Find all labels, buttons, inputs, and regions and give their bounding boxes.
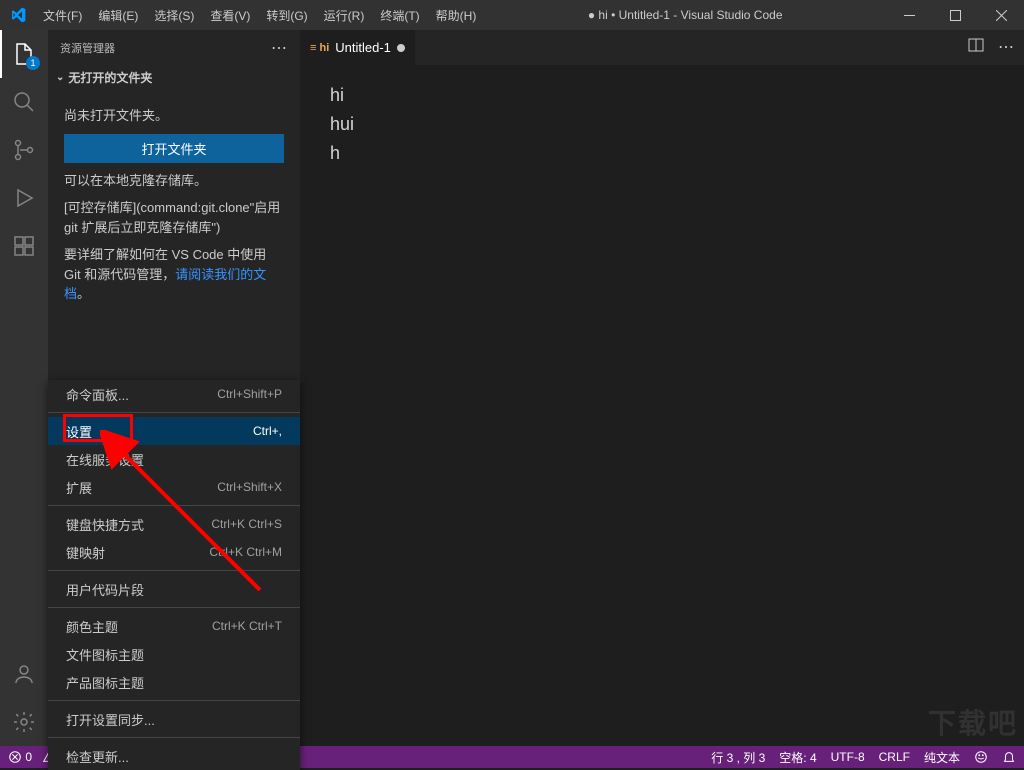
menu-item-shortcut: Ctrl+Shift+P	[217, 387, 282, 401]
menu-item-shortcut: Ctrl+,	[253, 424, 282, 438]
activity-explorer[interactable]: 1	[0, 30, 48, 78]
menu-item-键映射[interactable]: 键映射 Ctrl+K Ctrl+M	[48, 538, 300, 566]
status-feedback-icon[interactable]	[974, 750, 988, 765]
menu-item-label: 产品图标主题	[66, 673, 144, 692]
code-line: hi	[330, 81, 994, 110]
status-spaces[interactable]: 空格: 4	[779, 749, 816, 766]
editor-area: ≡ hi Untitled-1 ⋯ hi hui h	[300, 30, 1024, 746]
menu-item-文件图标主题[interactable]: 文件图标主题	[48, 640, 300, 668]
menu-item-label: 在线服务设置	[66, 450, 144, 469]
menu-item-颜色主题[interactable]: 颜色主题 Ctrl+K Ctrl+T	[48, 612, 300, 640]
menu-item-label: 打开设置同步...	[66, 710, 155, 729]
tab-label: Untitled-1	[335, 40, 391, 55]
menu-item-shortcut: Ctrl+K Ctrl+T	[212, 619, 282, 633]
split-editor-icon[interactable]	[968, 37, 984, 58]
menu-go[interactable]: 转到(G)	[258, 0, 315, 30]
chevron-down-icon: ⌄	[56, 72, 64, 83]
menu-separator	[48, 737, 300, 738]
dirty-indicator-icon	[397, 44, 405, 52]
sidebar-title: 资源管理器	[60, 40, 115, 56]
minimize-button[interactable]	[886, 0, 932, 30]
sidebar-section-label: 无打开的文件夹	[68, 69, 152, 86]
title-bar: 文件(F) 编辑(E) 选择(S) 查看(V) 转到(G) 运行(R) 终端(T…	[0, 0, 1024, 30]
menu-item-label: 检查更新...	[66, 747, 129, 766]
menu-item-label: 键映射	[66, 543, 105, 562]
activity-source-control[interactable]	[0, 126, 48, 174]
menu-terminal[interactable]: 终端(T)	[372, 0, 427, 30]
menu-view[interactable]: 查看(V)	[202, 0, 258, 30]
menu-separator	[48, 607, 300, 608]
editor-actions: ⋯	[958, 37, 1024, 58]
window-title: ● hi • Untitled-1 - Visual Studio Code	[484, 8, 886, 22]
activity-search[interactable]	[0, 78, 48, 126]
manage-context-menu: 命令面板... Ctrl+Shift+P 设置 Ctrl+, 在线服务设置扩展 Ctrl+…	[48, 380, 300, 770]
open-folder-button[interactable]: 打开文件夹	[64, 134, 284, 163]
sidebar-body: 尚未打开文件夹。 打开文件夹 可以在本地克隆存储库。 [可控存储库](comma…	[48, 90, 300, 320]
menu-item-label: 设置	[66, 422, 92, 441]
tab-lang-icon: ≡ hi	[310, 42, 329, 54]
activity-bar: 1	[0, 30, 48, 746]
no-folder-text: 尚未打开文件夹。	[64, 106, 284, 126]
menu-run[interactable]: 运行(R)	[316, 0, 373, 30]
sidebar-header: 资源管理器 ⋯	[48, 30, 300, 65]
close-button[interactable]	[978, 0, 1024, 30]
menu-selection[interactable]: 选择(S)	[146, 0, 202, 30]
menu-item-检查更新...[interactable]: 检查更新...	[48, 742, 300, 770]
doc-text-part2: 。	[77, 286, 90, 301]
explorer-badge: 1	[26, 56, 40, 70]
clone-text: 可以在本地克隆存储库。	[64, 171, 284, 191]
menu-item-设置[interactable]: 设置 Ctrl+,	[48, 417, 300, 445]
menu-item-用户代码片段[interactable]: 用户代码片段	[48, 575, 300, 603]
menu-item-产品图标主题[interactable]: 产品图标主题	[48, 668, 300, 696]
menu-item-键盘快捷方式[interactable]: 键盘快捷方式 Ctrl+K Ctrl+S	[48, 510, 300, 538]
sidebar-section-nofolder[interactable]: ⌄ 无打开的文件夹	[48, 65, 300, 90]
menu-separator	[48, 505, 300, 506]
tab-untitled-1[interactable]: ≡ hi Untitled-1	[300, 30, 415, 65]
menu-item-命令面板...[interactable]: 命令面板... Ctrl+Shift+P	[48, 380, 300, 408]
editor-text[interactable]: hi hui h	[300, 65, 1024, 746]
status-notifications-icon[interactable]	[1002, 750, 1016, 765]
code-line: h	[330, 139, 994, 168]
window-controls	[886, 0, 1024, 30]
status-errors-count: 0	[25, 750, 32, 764]
maximize-button[interactable]	[932, 0, 978, 30]
status-cursor[interactable]: 行 3 , 列 3	[711, 749, 765, 766]
menu-item-label: 用户代码片段	[66, 580, 144, 599]
menu-item-label: 文件图标主题	[66, 645, 144, 664]
status-language[interactable]: 纯文本	[924, 749, 960, 766]
menu-item-shortcut: Ctrl+K Ctrl+M	[209, 545, 282, 559]
activity-accounts[interactable]	[0, 650, 48, 698]
menu-item-扩展[interactable]: 扩展 Ctrl+Shift+X	[48, 473, 300, 501]
menu-file[interactable]: 文件(F)	[35, 0, 90, 30]
activity-run-debug[interactable]	[0, 174, 48, 222]
menu-separator	[48, 700, 300, 701]
editor-tabs: ≡ hi Untitled-1 ⋯	[300, 30, 1024, 65]
activity-manage[interactable]	[0, 698, 48, 746]
code-line: hui	[330, 110, 994, 139]
clone-hint: [可控存储库](command:git.clone"启用 git 扩展后立即克隆…	[64, 198, 284, 237]
menu-item-label: 颜色主题	[66, 617, 118, 636]
status-eol[interactable]: CRLF	[879, 750, 910, 764]
vscode-logo-icon	[0, 7, 35, 23]
menu-separator	[48, 412, 300, 413]
menu-item-label: 命令面板...	[66, 385, 129, 404]
sidebar-more-icon[interactable]: ⋯	[271, 38, 288, 58]
activity-extensions[interactable]	[0, 222, 48, 270]
menu-item-label: 扩展	[66, 478, 92, 497]
menu-item-在线服务设置[interactable]: 在线服务设置	[48, 445, 300, 473]
menu-item-shortcut: Ctrl+K Ctrl+S	[211, 517, 282, 531]
menu-edit[interactable]: 编辑(E)	[90, 0, 146, 30]
doc-text: 要详细了解如何在 VS Code 中使用 Git 和源代码管理，请阅读我们的文档…	[64, 245, 284, 304]
menu-item-打开设置同步...[interactable]: 打开设置同步...	[48, 705, 300, 733]
menu-item-label: 键盘快捷方式	[66, 515, 144, 534]
status-encoding[interactable]: UTF-8	[831, 750, 865, 764]
more-actions-icon[interactable]: ⋯	[998, 37, 1014, 58]
menu-help[interactable]: 帮助(H)	[428, 0, 485, 30]
menu-bar: 文件(F) 编辑(E) 选择(S) 查看(V) 转到(G) 运行(R) 终端(T…	[35, 0, 484, 30]
menu-item-shortcut: Ctrl+Shift+X	[217, 480, 282, 494]
menu-separator	[48, 570, 300, 571]
